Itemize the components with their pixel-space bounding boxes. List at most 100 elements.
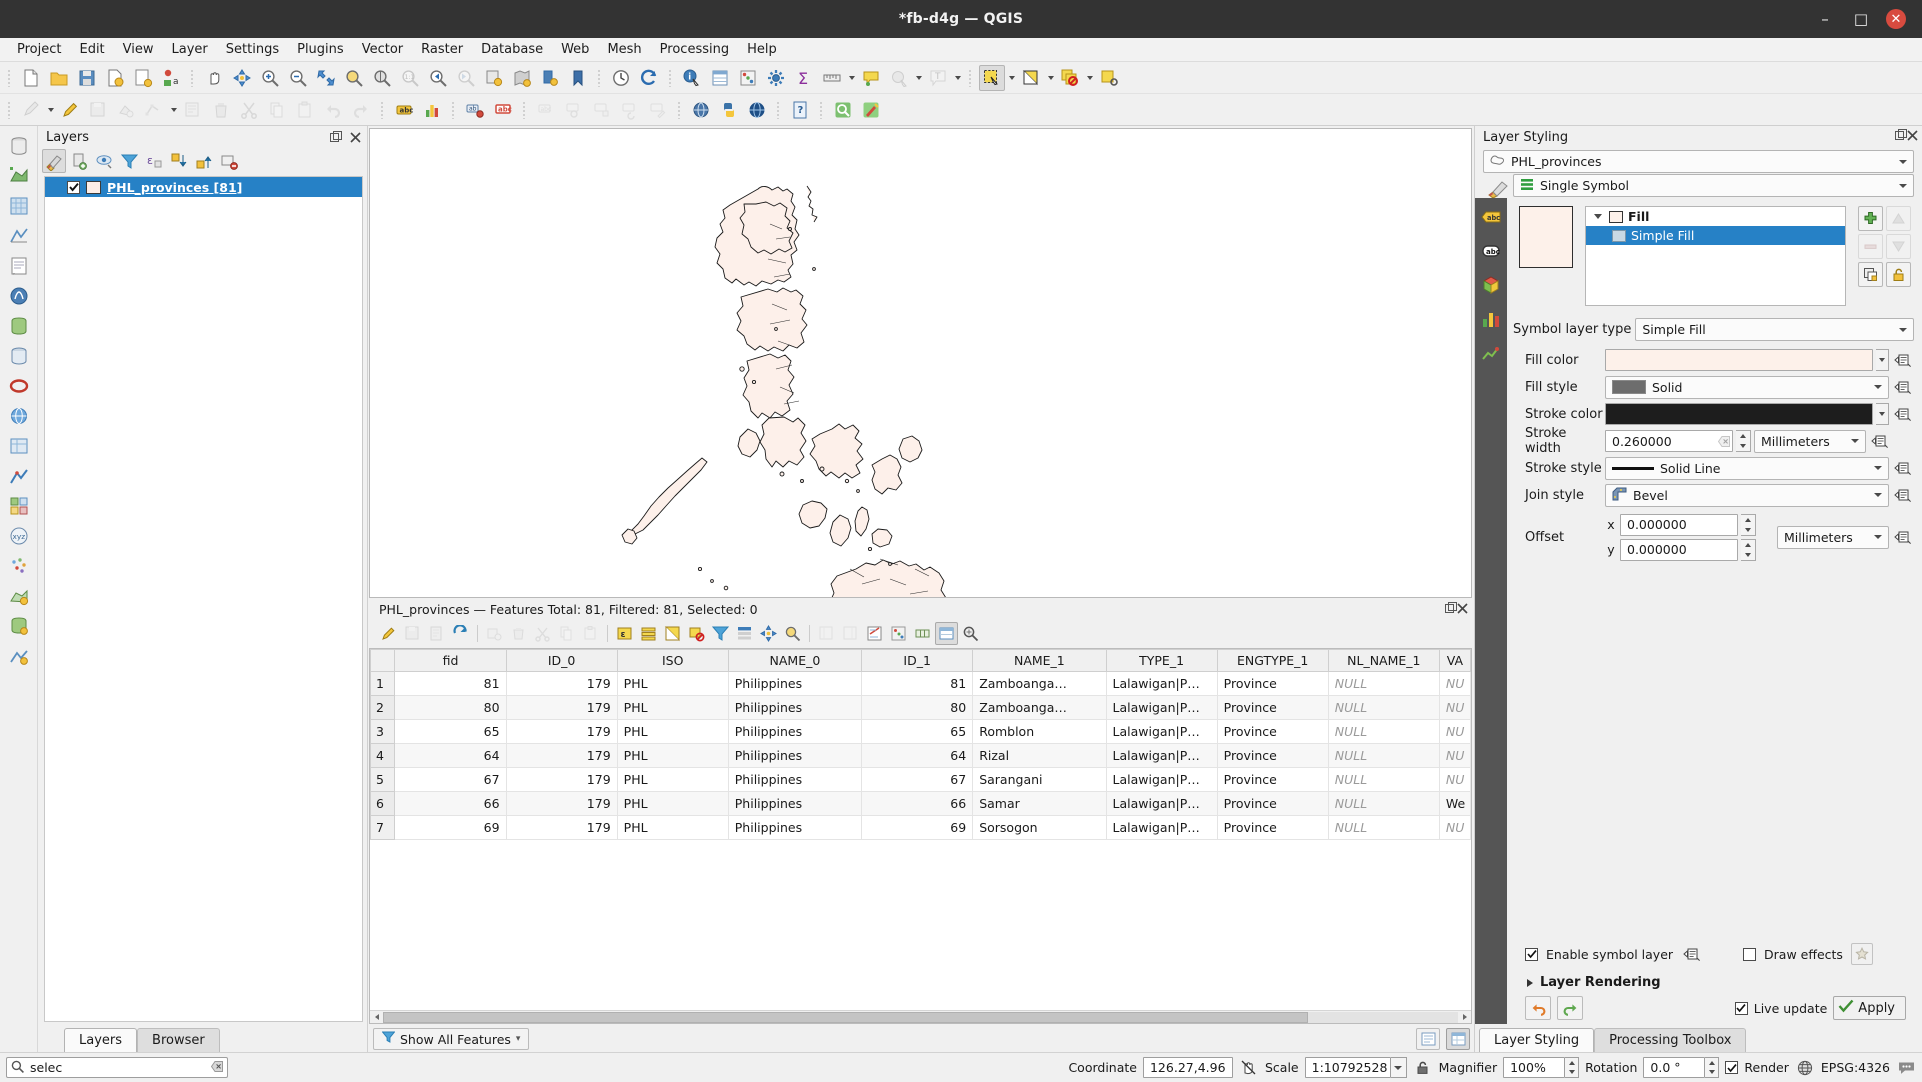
menu-web[interactable]: Web (552, 40, 598, 59)
pin-labels-icon[interactable]: ab (462, 97, 488, 123)
redo-icon[interactable] (1557, 996, 1583, 1020)
table-view-icon[interactable] (935, 622, 958, 645)
column-header-va[interactable]: VA (1439, 650, 1470, 672)
cell-name_0[interactable]: Philippines (728, 792, 861, 816)
stroke-style-combo[interactable]: Solid Line (1605, 457, 1889, 480)
add-mesh-layer-icon[interactable] (5, 222, 33, 250)
select-features-icon[interactable] (979, 65, 1005, 91)
cell-engtype_1[interactable]: Province (1217, 768, 1328, 792)
cell-type_1[interactable]: Lalawigan|P… (1106, 720, 1217, 744)
pan-map-icon[interactable] (201, 65, 227, 91)
label-auxiliary-icon[interactable] (645, 97, 671, 123)
add-feature-icon[interactable] (113, 97, 139, 123)
menu-database[interactable]: Database (472, 40, 552, 59)
3d-view-icon[interactable] (1479, 274, 1503, 296)
paste-features-icon[interactable] (579, 622, 602, 645)
delete-field-icon[interactable] (839, 622, 862, 645)
row-number[interactable]: 5 (371, 768, 395, 792)
add-xyz-layer-icon[interactable]: xyz (5, 522, 33, 550)
messages-icon[interactable] (1896, 1058, 1916, 1078)
table-row[interactable]: 769179PHLPhilippines69SorsogonLalawigan|… (371, 816, 1471, 840)
save-project-as-icon[interactable] (102, 65, 128, 91)
magnifier-field[interactable]: 100% (1503, 1057, 1565, 1078)
tab-layer-styling[interactable]: Layer Styling (1479, 1028, 1594, 1052)
remove-layer-icon[interactable] (217, 149, 241, 173)
data-defined-override-icon[interactable] (1892, 457, 1914, 479)
show-annotation-icon[interactable] (886, 65, 912, 91)
table-row[interactable]: 365179PHLPhilippines65RomblonLalawigan|P… (371, 720, 1471, 744)
toolbar-grip[interactable] (675, 98, 684, 122)
add-raster-layer-icon[interactable] (5, 192, 33, 220)
cell-engtype_1[interactable]: Province (1217, 720, 1328, 744)
symbol-layer-type-combo[interactable]: Simple Fill (1635, 318, 1914, 341)
cell-id_1[interactable]: 64 (862, 744, 973, 768)
cell-id_0[interactable]: 179 (506, 744, 617, 768)
diagrams-icon[interactable] (1479, 308, 1503, 330)
data-defined-override-icon[interactable] (1892, 484, 1914, 506)
undo-icon[interactable] (1525, 996, 1551, 1020)
table-row[interactable]: 464179PHLPhilippines64RizalLalawigan|P…P… (371, 744, 1471, 768)
cell-name_0[interactable]: Philippines (728, 672, 861, 696)
scale-field[interactable]: 1:10792528 (1305, 1057, 1391, 1078)
statistical-summary-icon[interactable] (735, 65, 761, 91)
layer-tree-item[interactable]: PHL_provinces [81] (45, 177, 362, 197)
label-icon[interactable]: abc (391, 97, 417, 123)
tab-layers[interactable]: Layers (64, 1028, 137, 1052)
add-wfs-layer-icon[interactable] (5, 462, 33, 490)
fill-style-combo[interactable]: Solid (1605, 376, 1889, 399)
attribute-table[interactable]: fidID_0ISONAME_0ID_1NAME_1TYPE_1ENGTYPE_… (369, 648, 1472, 1024)
rotate-label-icon[interactable] (561, 97, 587, 123)
data-defined-override-icon[interactable] (1892, 376, 1914, 398)
show-bookmarks-icon[interactable] (565, 65, 591, 91)
style-manager-icon[interactable]: a (158, 65, 184, 91)
change-label-icon[interactable] (589, 97, 615, 123)
clear-icon[interactable] (211, 1060, 223, 1075)
redo-icon[interactable] (348, 97, 374, 123)
add-vector-tile-layer-icon[interactable] (5, 492, 33, 520)
menu-view[interactable]: View (114, 40, 163, 59)
cell-name_1[interactable]: Sarangani (973, 768, 1106, 792)
render-checkbox[interactable] (1725, 1061, 1738, 1074)
cell-id_0[interactable]: 179 (506, 720, 617, 744)
cell-nl_name_1[interactable]: NULL (1328, 816, 1439, 840)
add-delimited-text-layer-icon[interactable]: , (5, 252, 33, 280)
offset-unit-combo[interactable]: Millimeters (1777, 526, 1889, 549)
menu-mesh[interactable]: Mesh (598, 40, 650, 59)
column-header-engtype_1[interactable]: ENGTYPE_1 (1217, 650, 1328, 672)
close-panel-icon[interactable] (1907, 130, 1918, 145)
select-dropdown-icon[interactable] (1006, 65, 1017, 91)
cell-iso[interactable]: PHL (617, 720, 728, 744)
toolbar-grip[interactable] (5, 98, 14, 122)
draw-effects-checkbox[interactable] (1743, 948, 1756, 961)
select-value-dropdown-icon[interactable] (1084, 65, 1095, 91)
cell-nl_name_1[interactable]: NULL (1328, 696, 1439, 720)
scroll-thumb[interactable] (383, 1012, 1308, 1023)
options-icon[interactable] (763, 65, 789, 91)
open-data-source-manager-icon[interactable] (5, 132, 33, 160)
add-oracle-layer-icon[interactable] (5, 372, 33, 400)
close-panel-icon[interactable] (347, 129, 363, 145)
pan-to-selection-icon[interactable] (757, 622, 780, 645)
cell-id_0[interactable]: 179 (506, 672, 617, 696)
text-dropdown-icon[interactable] (952, 65, 963, 91)
new-field-icon[interactable] (815, 622, 838, 645)
chevron-down-icon[interactable]: ▾ (516, 1034, 521, 1044)
add-vector-layer-icon[interactable] (5, 162, 33, 190)
add-postgis-layer-icon[interactable] (5, 282, 33, 310)
locator-search-input[interactable]: selec (6, 1057, 228, 1078)
map-canvas[interactable] (369, 128, 1472, 598)
toggle-editing-icon[interactable] (377, 622, 400, 645)
table-row[interactable]: 567179PHLPhilippines67SaranganiLalawigan… (371, 768, 1471, 792)
cut-features-icon[interactable] (531, 622, 554, 645)
cell-id_0[interactable]: 179 (506, 792, 617, 816)
toggle-extents-icon[interactable] (1239, 1058, 1259, 1078)
cell-va[interactable]: We (1439, 792, 1470, 816)
symbol-layer-tree[interactable]: Fill Simple Fill (1585, 206, 1846, 306)
stroke-width-input[interactable]: 0.260000 (1605, 430, 1733, 452)
map-tips-icon[interactable] (858, 65, 884, 91)
text-annotation-icon[interactable]: T (925, 65, 951, 91)
current-edits-dropdown-icon[interactable] (45, 97, 56, 123)
chevron-down-icon[interactable] (1870, 385, 1886, 389)
copy-features-icon[interactable] (264, 97, 290, 123)
expand-all-icon[interactable] (167, 149, 191, 173)
